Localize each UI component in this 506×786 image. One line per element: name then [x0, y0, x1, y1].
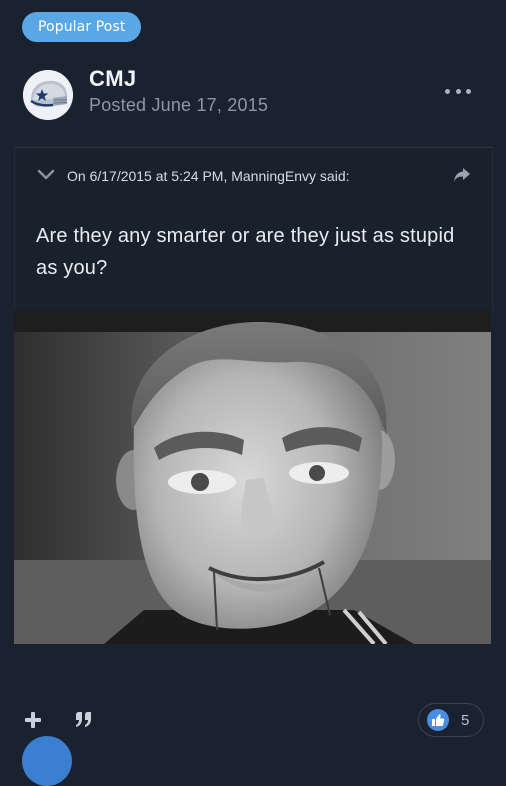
- ventriloquist-dummy-photo[interactable]: [14, 310, 491, 644]
- post-date: Posted June 17, 2015: [89, 95, 269, 115]
- reaction-count: 5: [461, 711, 470, 729]
- popular-post-badge[interactable]: Popular Post: [22, 12, 142, 42]
- post-actions: [24, 708, 94, 732]
- ellipsis-dot: [455, 88, 461, 94]
- quote-icon[interactable]: [74, 711, 94, 729]
- plus-icon[interactable]: [24, 711, 42, 729]
- chevron-down-icon[interactable]: [37, 168, 55, 182]
- thumbs-up-glyph: [432, 714, 445, 726]
- ellipsis-dot: [466, 88, 471, 94]
- quote-block: On 6/17/2015 at 5:24 PM, ManningEnvy sai…: [14, 147, 493, 310]
- share-arrow-icon[interactable]: [452, 166, 472, 184]
- author-avatar[interactable]: [23, 70, 73, 120]
- dummy-image: [14, 310, 491, 644]
- post-options-button[interactable]: [445, 84, 471, 98]
- ellipsis-icon: [445, 88, 450, 94]
- reaction-button[interactable]: 5: [418, 703, 484, 737]
- quote-text: Are they any smarter or are they just as…: [36, 225, 455, 279]
- quote-citation: On 6/17/2015 at 5:24 PM, ManningEnvy sai…: [67, 168, 350, 184]
- helmet-avatar-icon: [23, 70, 73, 120]
- compose-fab-button[interactable]: [22, 736, 72, 786]
- quote-header[interactable]: On 6/17/2015 at 5:24 PM, ManningEnvy sai…: [15, 160, 492, 192]
- thumbs-up-icon: [427, 709, 449, 731]
- author-name[interactable]: CMJ: [89, 66, 136, 92]
